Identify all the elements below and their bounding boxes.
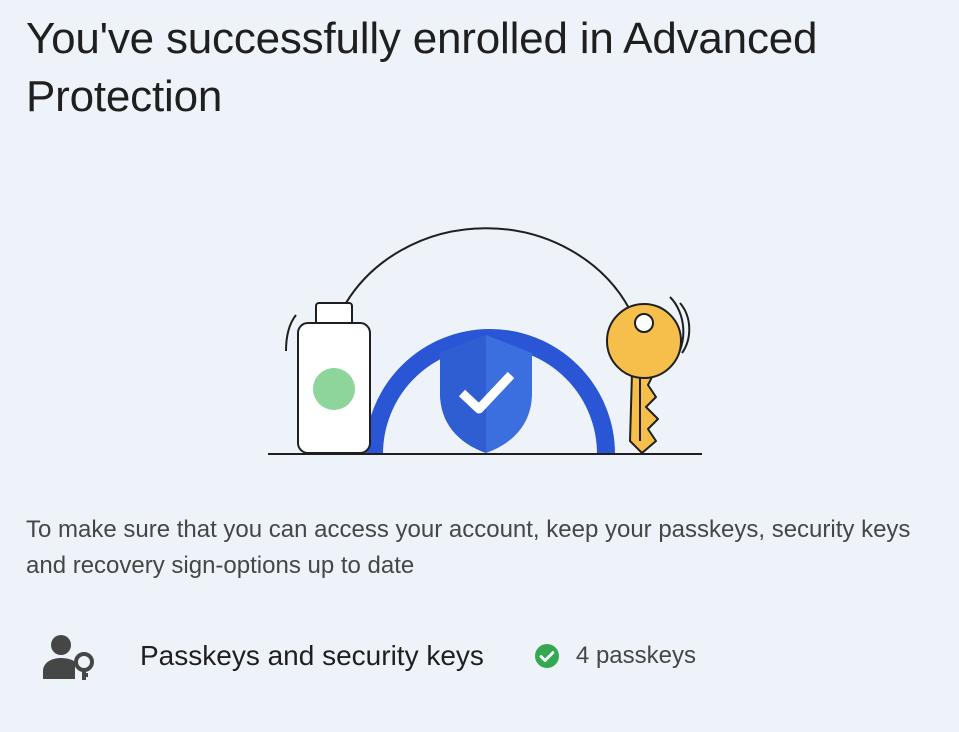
key-icon bbox=[606, 296, 691, 454]
advanced-protection-illustration bbox=[260, 215, 710, 465]
passkeys-count: 4 passkeys bbox=[575, 642, 696, 669]
security-key-device-icon bbox=[285, 302, 371, 454]
passkeys-status: 4 passkeys bbox=[534, 642, 696, 670]
passkeys-and-security-keys-row[interactable]: Passkeys and security keys 4 passkeys bbox=[40, 624, 920, 688]
enrollment-description: To make sure that you can access your ac… bbox=[26, 516, 911, 579]
page-title: You've successfully enrolled in Advanced… bbox=[26, 14, 818, 121]
person-key-icon bbox=[40, 628, 96, 684]
check-circle-icon bbox=[534, 643, 560, 669]
passkeys-row-label: Passkeys and security keys bbox=[140, 640, 484, 671]
